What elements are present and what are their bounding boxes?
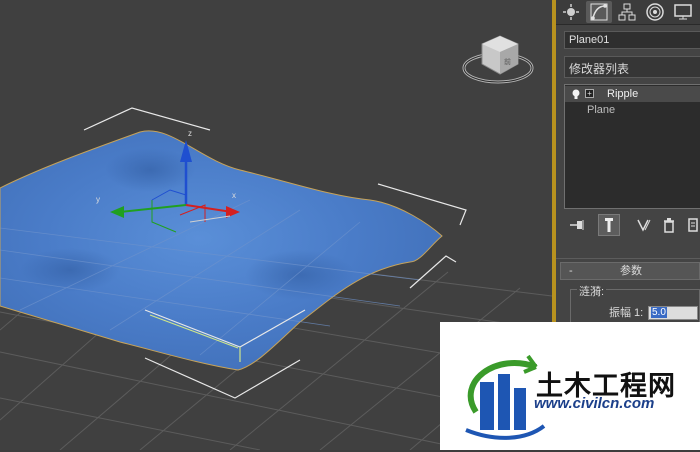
trash-icon [664, 218, 674, 233]
monitor-icon [674, 4, 692, 20]
configure-sets-button[interactable] [682, 214, 700, 236]
ripple-plane-mesh[interactable] [0, 130, 443, 371]
amplitude1-value: 5.0 [651, 307, 667, 318]
viewcube-face-label: 前 [504, 57, 511, 66]
stack-item-label: Ripple [607, 88, 639, 100]
modify-tab[interactable] [586, 1, 612, 23]
command-panel-tabs [556, 0, 700, 25]
display-tab[interactable] [670, 1, 696, 23]
make-unique-button[interactable] [634, 214, 656, 236]
modifier-list-dropdown[interactable]: 修改器列表 [564, 56, 700, 78]
configure-icon [688, 218, 698, 232]
parameters-rollout-header[interactable]: - 参数 [560, 262, 700, 280]
amplitude1-spinner[interactable]: 5.0 [648, 306, 698, 320]
hierarchy-tab[interactable] [614, 1, 640, 23]
expand-plus-icon[interactable]: + [585, 89, 594, 98]
stack-toolbar [556, 214, 700, 236]
pin-icon [570, 220, 584, 230]
end-result-icon [605, 218, 613, 232]
object-name-field[interactable]: Plane01 [564, 31, 700, 49]
gizmo-y-label: y [96, 195, 100, 204]
civil-engineering-logo [465, 354, 546, 440]
watermark-panel: 土木工程网 www.civilcn.com [440, 322, 700, 450]
sun-icon [563, 4, 579, 20]
gizmo-x-label: x [232, 191, 236, 200]
amplitude1-label: 振幅 1: [609, 307, 644, 319]
gizmo-z-label: z [188, 129, 192, 138]
ripple-group-label: 涟漪: [577, 283, 607, 299]
motion-icon [646, 3, 664, 21]
make-unique-icon [637, 219, 651, 232]
stack-item-ripple[interactable]: + Ripple [565, 86, 700, 102]
motion-tab[interactable] [642, 1, 668, 23]
rollout-title: 参数 [620, 265, 642, 277]
create-tab[interactable] [558, 1, 584, 23]
pin-stack-button[interactable] [566, 214, 588, 236]
viewcube[interactable]: 前 [462, 35, 534, 84]
watermark-url: www.civilcn.com [534, 395, 655, 412]
hierarchy-icon [618, 3, 636, 21]
modifier-stack: + Ripple Plane [564, 84, 700, 209]
remove-modifier-button[interactable] [658, 214, 680, 236]
modify-curve-icon [590, 3, 608, 21]
show-end-result-button[interactable] [598, 214, 620, 236]
stack-item-plane[interactable]: Plane [565, 102, 700, 118]
